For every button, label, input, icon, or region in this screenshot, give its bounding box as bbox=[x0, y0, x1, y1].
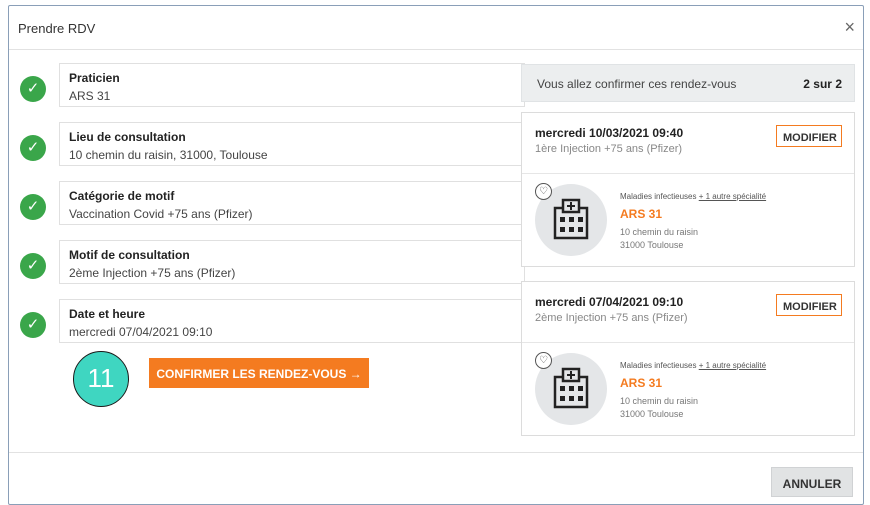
appointment-date: mercredi 10/03/2021 09:40 bbox=[535, 126, 684, 140]
step-praticien[interactable]: Praticien ARS 31 bbox=[59, 63, 525, 107]
footer-divider bbox=[9, 452, 863, 453]
appointment-header: mercredi 10/03/2021 09:40 1ère Injection… bbox=[522, 113, 854, 174]
step-value: mercredi 07/04/2021 09:10 bbox=[69, 325, 213, 339]
modify-button[interactable]: MODIFIER bbox=[776, 294, 842, 316]
check-icon: ✓ bbox=[20, 194, 46, 220]
practitioner-name[interactable]: ARS 31 bbox=[620, 207, 662, 221]
step-value: 2ème Injection +75 ans (Pfizer) bbox=[69, 266, 236, 280]
heart-icon[interactable]: ♡ bbox=[535, 352, 552, 369]
close-icon[interactable]: × bbox=[844, 17, 855, 38]
check-icon: ✓ bbox=[20, 135, 46, 161]
step-title: Lieu de consultation bbox=[69, 130, 186, 144]
step-title: Date et heure bbox=[69, 307, 146, 321]
appointment-motif: 1ère Injection +75 ans (Pfizer) bbox=[535, 143, 683, 155]
modify-button[interactable]: MODIFIER bbox=[776, 125, 842, 147]
practitioner-name[interactable]: ARS 31 bbox=[620, 376, 662, 390]
step-lieu[interactable]: Lieu de consultation 10 chemin du raisin… bbox=[59, 122, 525, 166]
summary-count: 2 sur 2 bbox=[803, 77, 842, 91]
specialty: Maladies infectieuses + 1 autre spéciali… bbox=[620, 192, 766, 201]
practitioner-info: ♡ Maladies infectieuses + 1 autre spécia… bbox=[522, 174, 854, 266]
address-line-2: 31000 Toulouse bbox=[620, 240, 684, 250]
check-icon: ✓ bbox=[20, 76, 46, 102]
modal-title: Prendre RDV bbox=[18, 21, 96, 36]
summary-bar: Vous allez confirmer ces rendez-vous 2 s… bbox=[521, 64, 855, 102]
appointment-motif: 2ème Injection +75 ans (Pfizer) bbox=[535, 312, 688, 324]
more-specialties-link[interactable]: + 1 autre spécialité bbox=[699, 192, 766, 201]
appointment-date: mercredi 07/04/2021 09:10 bbox=[535, 295, 684, 309]
step-value: 10 chemin du raisin, 31000, Toulouse bbox=[69, 148, 268, 162]
address-line-1: 10 chemin du raisin bbox=[620, 227, 699, 237]
appointment-modal: Prendre RDV × ✓ Praticien ARS 31 ✓ Lieu … bbox=[8, 5, 864, 505]
step-title: Catégorie de motif bbox=[69, 189, 175, 203]
check-icon: ✓ bbox=[20, 253, 46, 279]
step-title: Praticien bbox=[69, 71, 120, 85]
annotation-badge: 11 bbox=[73, 351, 129, 407]
modal-header: Prendre RDV × bbox=[9, 6, 863, 50]
appointment-card: mercredi 07/04/2021 09:10 2ème Injection… bbox=[521, 281, 855, 436]
specialty-text: Maladies infectieuses bbox=[620, 192, 697, 201]
step-categorie[interactable]: Catégorie de motif Vaccination Covid +75… bbox=[59, 181, 525, 225]
step-value: Vaccination Covid +75 ans (Pfizer) bbox=[69, 207, 253, 221]
step-title: Motif de consultation bbox=[69, 248, 190, 262]
practitioner-info: ♡ Maladies infectieuses + 1 autre spécia… bbox=[522, 343, 854, 435]
step-date[interactable]: Date et heure mercredi 07/04/2021 09:10 bbox=[59, 299, 525, 343]
summary-text: Vous allez confirmer ces rendez-vous bbox=[537, 77, 737, 91]
address-line-1: 10 chemin du raisin bbox=[620, 396, 699, 406]
confirm-appointments-button[interactable]: CONFIRMER LES RENDEZ-VOUS → bbox=[149, 358, 369, 388]
appointment-header: mercredi 07/04/2021 09:10 2ème Injection… bbox=[522, 282, 854, 343]
appointment-card: mercredi 10/03/2021 09:40 1ère Injection… bbox=[521, 112, 855, 267]
heart-icon[interactable]: ♡ bbox=[535, 183, 552, 200]
specialty-text: Maladies infectieuses bbox=[620, 361, 697, 370]
step-value: ARS 31 bbox=[69, 89, 111, 103]
cancel-button[interactable]: ANNULER bbox=[771, 467, 853, 497]
specialty: Maladies infectieuses + 1 autre spéciali… bbox=[620, 361, 766, 370]
step-motif[interactable]: Motif de consultation 2ème Injection +75… bbox=[59, 240, 525, 284]
more-specialties-link[interactable]: + 1 autre spécialité bbox=[699, 361, 766, 370]
address-line-2: 31000 Toulouse bbox=[620, 409, 684, 419]
check-icon: ✓ bbox=[20, 312, 46, 338]
